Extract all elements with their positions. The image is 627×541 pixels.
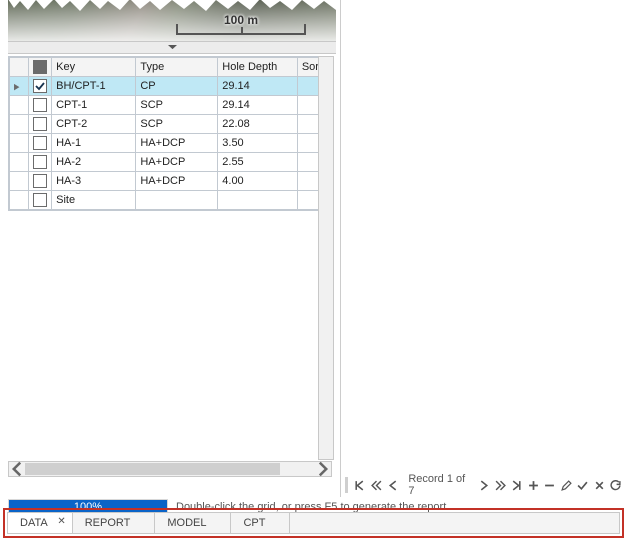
row-checkbox[interactable] <box>33 155 47 169</box>
nav-prev-page-button[interactable] <box>369 477 384 493</box>
cell-hole-depth[interactable]: 29.14 <box>218 77 298 96</box>
cell-hole-depth[interactable]: 29.14 <box>218 96 298 115</box>
boreholes-grid[interactable]: Key Type Hole Depth Sort ▸BH/CPT-1CP29.1… <box>8 56 334 211</box>
table-row[interactable]: Site <box>10 191 333 210</box>
row-marker: ▸ <box>10 77 29 96</box>
col-type[interactable]: Type <box>136 58 218 77</box>
col-key[interactable]: Key <box>52 58 136 77</box>
row-check-cell[interactable] <box>28 172 51 191</box>
grid-horizontal-scrollbar[interactable] <box>8 461 332 477</box>
table-row[interactable]: CPT-1SCP29.14 <box>10 96 333 115</box>
cell-key[interactable]: HA-1 <box>52 134 136 153</box>
scroll-right-button[interactable] <box>315 462 331 476</box>
tab-label: MODEL <box>167 517 206 529</box>
nav-refresh-button[interactable] <box>609 477 624 493</box>
row-check-cell[interactable] <box>28 77 51 96</box>
row-checkbox[interactable] <box>33 98 47 112</box>
cell-hole-depth[interactable] <box>218 191 298 210</box>
bottom-tabs: DATA ✕ REPORT MODEL CPT <box>7 512 620 534</box>
row-marker <box>10 153 29 172</box>
cell-key[interactable]: BH/CPT-1 <box>52 77 136 96</box>
cell-hole-depth[interactable]: 3.50 <box>218 134 298 153</box>
row-marker <box>10 134 29 153</box>
row-marker <box>10 115 29 134</box>
row-checkbox[interactable] <box>33 79 47 93</box>
chevron-down-icon: ▼ <box>164 44 179 51</box>
cell-type[interactable]: SCP <box>136 96 218 115</box>
nav-cancel-button[interactable] <box>592 477 607 493</box>
row-check-cell[interactable] <box>28 153 51 172</box>
tab-label: DATA <box>20 517 48 529</box>
cell-key[interactable]: HA-2 <box>52 153 136 172</box>
splitter-collapse-handle[interactable]: ▼ <box>8 41 336 54</box>
torn-edge <box>8 0 336 11</box>
col-hole-depth[interactable]: Hole Depth <box>218 58 298 77</box>
table-row[interactable]: HA-3HA+DCP4.00 <box>10 172 333 191</box>
row-check-cell[interactable] <box>28 96 51 115</box>
row-marker <box>10 172 29 191</box>
scroll-left-button[interactable] <box>9 462 25 476</box>
map-preview[interactable]: 100 m <box>8 0 336 41</box>
cell-type[interactable]: HA+DCP <box>136 172 218 191</box>
row-checkbox[interactable] <box>33 117 47 131</box>
nav-next-button[interactable] <box>476 477 491 493</box>
row-check-cell[interactable] <box>28 115 51 134</box>
cell-key[interactable]: Site <box>52 191 136 210</box>
nav-prev-button[interactable] <box>386 477 401 493</box>
cell-type[interactable]: HA+DCP <box>136 153 218 172</box>
tab-close-icon[interactable]: ✕ <box>57 516 65 527</box>
row-marker <box>10 191 29 210</box>
table-row[interactable]: HA-2HA+DCP2.55 <box>10 153 333 172</box>
cell-type[interactable] <box>136 191 218 210</box>
grid-vertical-scrollbar[interactable] <box>318 56 334 460</box>
table-row[interactable]: HA-1HA+DCP3.50 <box>10 134 333 153</box>
current-row-icon: ▸ <box>14 78 20 94</box>
col-rowmarker <box>10 58 29 77</box>
col-checkbox[interactable] <box>28 58 51 77</box>
bottom-tabs-highlight: DATA ✕ REPORT MODEL CPT <box>3 508 624 538</box>
tab-data[interactable]: DATA ✕ <box>8 513 73 533</box>
tab-label: CPT <box>243 517 265 529</box>
cell-type[interactable]: CP <box>136 77 218 96</box>
nav-add-button[interactable] <box>526 477 541 493</box>
row-checkbox[interactable] <box>33 136 47 150</box>
row-check-cell[interactable] <box>28 191 51 210</box>
table-row[interactable]: CPT-2SCP22.08 <box>10 115 333 134</box>
nav-next-page-button[interactable] <box>493 477 508 493</box>
record-navigator: Record 1 of 7 <box>345 475 623 495</box>
table-row[interactable]: ▸ BH/CPT-1CP29.14 <box>10 77 333 96</box>
select-all-checkbox[interactable] <box>33 60 47 74</box>
cell-hole-depth[interactable]: 22.08 <box>218 115 298 134</box>
row-checkbox[interactable] <box>33 193 47 207</box>
nav-first-button[interactable] <box>353 477 368 493</box>
tab-report[interactable]: REPORT <box>73 513 156 533</box>
cell-key[interactable]: CPT-1 <box>52 96 136 115</box>
nav-last-button[interactable] <box>509 477 524 493</box>
nav-edit-button[interactable] <box>559 477 574 493</box>
tab-label: REPORT <box>85 517 131 529</box>
row-check-cell[interactable] <box>28 134 51 153</box>
scroll-thumb[interactable] <box>25 463 280 475</box>
cell-key[interactable]: CPT-2 <box>52 115 136 134</box>
nav-accept-button[interactable] <box>575 477 590 493</box>
cell-type[interactable]: SCP <box>136 115 218 134</box>
map-scalebar: 100 m <box>176 24 306 35</box>
row-marker <box>10 96 29 115</box>
nav-delete-button[interactable] <box>542 477 557 493</box>
tab-cpt[interactable]: CPT <box>231 513 290 533</box>
tab-model[interactable]: MODEL <box>155 513 231 533</box>
cell-key[interactable]: HA-3 <box>52 172 136 191</box>
nav-record-label: Record 1 of 7 <box>402 473 474 497</box>
cell-hole-depth[interactable]: 4.00 <box>218 172 298 191</box>
row-checkbox[interactable] <box>33 174 47 188</box>
cell-type[interactable]: HA+DCP <box>136 134 218 153</box>
cell-hole-depth[interactable]: 2.55 <box>218 153 298 172</box>
